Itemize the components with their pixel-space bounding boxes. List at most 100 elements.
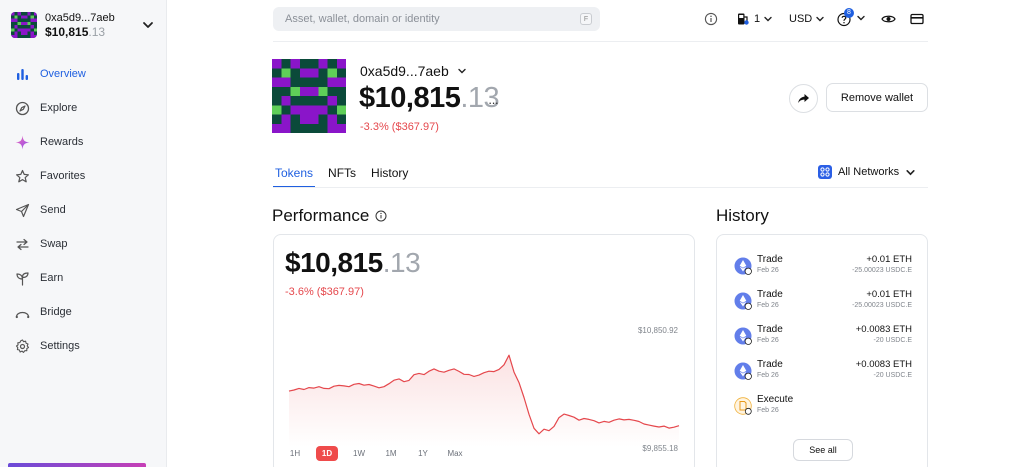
sidebar-nav: Overview Explore Rewards Favorites Send …	[0, 57, 166, 363]
history-type: Trade	[757, 289, 783, 300]
range-1y-button[interactable]: 1Y	[412, 446, 434, 461]
eth-icon	[734, 362, 752, 380]
sidebar-item-bridge[interactable]: Bridge	[0, 295, 166, 329]
info-icon	[704, 12, 718, 26]
visibility-toggle[interactable]	[881, 10, 896, 28]
history-subamount: -20 USDC.E	[873, 337, 912, 344]
sidebar-item-label: Earn	[40, 272, 64, 284]
chart-area-fill	[289, 355, 679, 447]
performance-chart[interactable]: $10,850.92 $9,855.18	[274, 235, 696, 467]
more-options-button[interactable]: ···	[488, 95, 499, 110]
history-card: Trade Feb 26 +0.01 ETH -25.00023 USDC.E …	[716, 234, 928, 467]
history-type: Trade	[757, 359, 783, 370]
wallet-balance-main: $10,815	[359, 82, 461, 114]
remove-wallet-button[interactable]: Remove wallet	[826, 83, 928, 112]
wallet-balance: $10,815.13	[359, 82, 500, 115]
info-button[interactable]	[704, 10, 718, 28]
account-balance-cents: .13	[88, 25, 106, 39]
sidebar-item-label: Rewards	[40, 136, 84, 148]
sidebar-item-explore[interactable]: Explore	[0, 91, 166, 125]
history-amount: +0.0083 ETH	[855, 324, 912, 335]
gas-selector[interactable]: 1	[736, 10, 773, 28]
sidebar-item-label: Settings	[40, 340, 80, 352]
sidebar-item-label: Bridge	[40, 306, 72, 318]
chevron-down-icon	[764, 16, 772, 22]
range-1m-button[interactable]: 1M	[380, 446, 402, 461]
search-bar[interactable]: F	[273, 7, 600, 31]
sidebar-item-label: Swap	[40, 238, 68, 250]
history-subamount: -25.00023 USDC.E	[852, 267, 912, 274]
range-1w-button[interactable]: 1W	[348, 446, 370, 461]
history-date: Feb 26	[757, 302, 779, 309]
share-button[interactable]	[789, 84, 818, 113]
history-title: History	[716, 206, 769, 225]
tab-tokens[interactable]: Tokens	[273, 166, 316, 188]
performance-heading: Performance	[272, 206, 387, 226]
network-selector[interactable]: All Networks	[818, 165, 916, 179]
history-subamount: -20 USDC.E	[873, 372, 912, 379]
history-amount: +0.0083 ETH	[855, 359, 912, 370]
account-balance: $10,815.13	[45, 25, 115, 39]
chevron-down-icon	[906, 169, 915, 175]
help-menu[interactable]: 8	[837, 8, 866, 27]
sidebar-item-settings[interactable]: Settings	[0, 329, 166, 363]
search-input[interactable]	[285, 13, 565, 25]
history-item[interactable]: Trade Feb 26 +0.01 ETH -25.00023 USDC.E	[717, 287, 929, 317]
range-selector: 1H 1D 1W 1M 1Y Max	[284, 446, 476, 461]
range-1d-button[interactable]: 1D	[316, 446, 338, 461]
notification-badge: 8	[844, 8, 854, 18]
sidebar-item-swap[interactable]: Swap	[0, 227, 166, 261]
history-date: Feb 26	[757, 407, 779, 414]
gear-icon	[15, 338, 30, 353]
account-switcher[interactable]: 0xa5d9...7aeb $10,815.13	[11, 11, 159, 39]
performance-card: $10,815.13 -3.6% ($367.97) $10,850.92 $9…	[273, 234, 695, 467]
history-item[interactable]: Execute Feb 26	[717, 392, 929, 422]
currency-selector[interactable]: USD	[789, 10, 825, 28]
swap-icon	[16, 238, 29, 250]
chevron-down-icon[interactable]	[141, 18, 155, 32]
sidebar-item-earn[interactable]: Earn	[0, 261, 166, 295]
eth-icon	[734, 327, 752, 345]
tab-history[interactable]: History	[369, 166, 410, 188]
history-date: Feb 26	[757, 372, 779, 379]
sidebar-item-label: Favorites	[40, 170, 86, 182]
network-grid-icon	[818, 165, 832, 179]
history-item[interactable]: Trade Feb 26 +0.01 ETH -25.00023 USDC.E	[717, 252, 929, 282]
history-amount: +0.01 ETH	[866, 289, 912, 300]
document-icon	[734, 397, 752, 415]
y-min-label: $9,855.18	[642, 444, 678, 453]
history-date: Feb 26	[757, 267, 779, 274]
gas-value: 1	[754, 13, 761, 25]
bridge-icon	[15, 311, 30, 318]
sidebar-item-overview[interactable]: Overview	[0, 57, 166, 91]
sidebar-item-label: Send	[40, 204, 66, 216]
gas-pump-icon	[738, 13, 749, 25]
sidebar-item-favorites[interactable]: Favorites	[0, 159, 166, 193]
eth-icon	[734, 292, 752, 310]
sidebar-item-rewards[interactable]: Rewards	[0, 125, 166, 159]
history-item[interactable]: Trade Feb 26 +0.0083 ETH -20 USDC.E	[717, 322, 929, 352]
sidebar: 0xa5d9...7aeb $10,815.13 Overview Explor…	[0, 0, 167, 467]
credit-card-icon	[910, 13, 924, 25]
history-amount: +0.01 ETH	[866, 254, 912, 265]
info-icon[interactable]	[375, 210, 387, 222]
history-type: Trade	[757, 324, 783, 335]
portfolio-tabs: Tokens NFTs History	[273, 166, 421, 188]
range-1h-button[interactable]: 1H	[284, 446, 306, 461]
help-badge-wrap: 8	[837, 8, 854, 27]
history-item[interactable]: Trade Feb 26 +0.0083 ETH -20 USDC.E	[717, 357, 929, 387]
wallet-address-menu[interactable]: 0xa5d9...7aeb	[360, 63, 467, 79]
history-date: Feb 26	[757, 337, 779, 344]
range-max-button[interactable]: Max	[444, 446, 466, 461]
sidebar-promo-strip[interactable]	[8, 463, 146, 467]
account-balance-main: $10,815	[45, 25, 89, 39]
wallet-card-button[interactable]	[910, 10, 924, 28]
eth-icon	[734, 257, 752, 275]
history-type: Execute	[757, 394, 794, 405]
see-all-button[interactable]: See all	[793, 439, 853, 461]
sidebar-item-send[interactable]: Send	[0, 193, 166, 227]
sidebar-item-label: Explore	[40, 102, 78, 114]
account-address: 0xa5d9...7aeb	[45, 12, 115, 24]
history-subamount: -25.00023 USDC.E	[852, 302, 912, 309]
tab-nfts[interactable]: NFTs	[326, 166, 358, 188]
